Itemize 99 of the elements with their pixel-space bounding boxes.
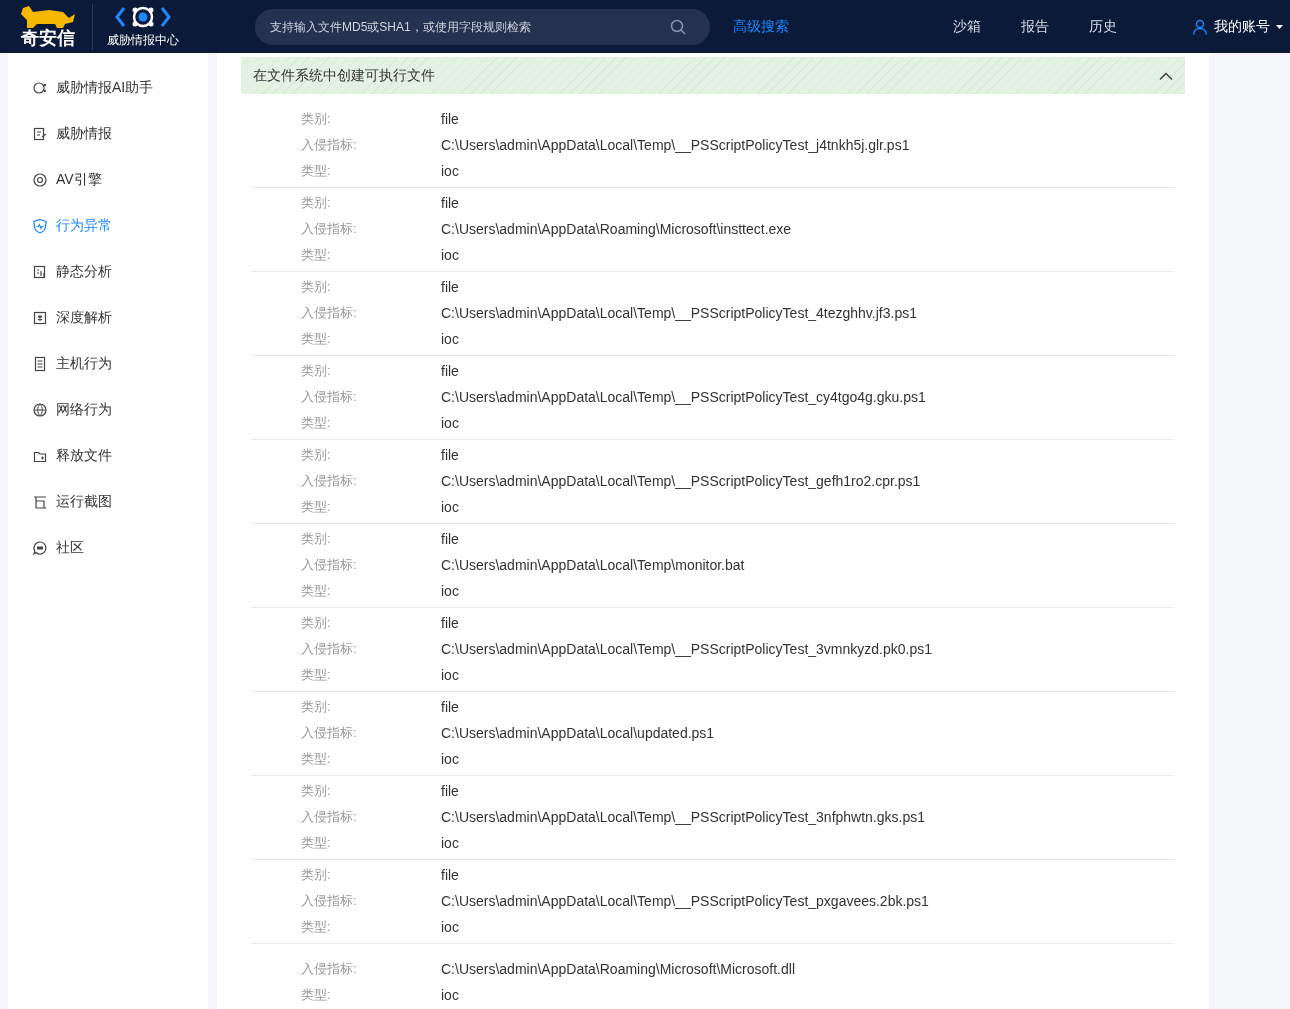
field-value: C:\Users\admin\AppData\Roaming\Microsoft\Microsoft.dll bbox=[441, 961, 795, 977]
field-label: 类型: bbox=[300, 666, 332, 684]
field-value: C:\Users\admin\AppData\Local\Temp\__PSScriptPolicyTest_3vmnkyzd.pk0.ps1 bbox=[441, 641, 932, 657]
field-label: 类别: bbox=[300, 446, 332, 464]
search-icon[interactable] bbox=[670, 18, 686, 35]
field-value: C:\Users\admin\AppData\Local\Temp\__PSScriptPolicyTest_4tezghhv.jf3.ps1 bbox=[441, 305, 917, 321]
sidebar-item[interactable]: AV引擎 bbox=[8, 157, 208, 203]
chart-document-icon bbox=[32, 264, 48, 280]
field-label: 类别: bbox=[300, 698, 332, 716]
field-value: file bbox=[441, 867, 459, 883]
field-label: 入侵指标: bbox=[300, 808, 358, 826]
field-value: ioc bbox=[441, 247, 459, 263]
account-menu[interactable]: 我的账号 bbox=[1192, 17, 1283, 36]
sidebar-item[interactable]: 网络行为 bbox=[8, 387, 208, 433]
field-label: 类别: bbox=[300, 866, 332, 884]
product-name: 威胁情报中心 bbox=[107, 32, 179, 49]
sidebar-item[interactable]: 威胁情报 bbox=[8, 111, 208, 157]
sidebar-item[interactable]: 行为异常 bbox=[8, 203, 208, 249]
section-header[interactable]: 在文件系统中创建可执行文件 bbox=[241, 57, 1185, 94]
document-icon bbox=[32, 126, 48, 142]
field-value: ioc bbox=[441, 415, 459, 431]
field-value: C:\Users\admin\AppData\Local\Temp\__PSScriptPolicyTest_3nfphwtn.gks.ps1 bbox=[441, 809, 925, 825]
sidebar-item[interactable]: 主机行为 bbox=[8, 341, 208, 387]
globe-icon bbox=[32, 402, 48, 418]
field-label: 入侵指标: bbox=[300, 304, 358, 322]
sidebar-item[interactable]: 社区 bbox=[8, 525, 208, 571]
field-label: 类别: bbox=[300, 530, 332, 548]
field-label: 入侵指标: bbox=[300, 136, 358, 154]
field-value: ioc bbox=[441, 163, 459, 179]
shield-icon bbox=[32, 218, 48, 234]
field-label: 类型: bbox=[300, 918, 332, 936]
field-value: C:\Users\admin\AppData\Local\Temp\__PSScriptPolicyTest_j4tnkh5j.glr.ps1 bbox=[441, 137, 910, 153]
field-value: C:\Users\admin\AppData\Local\Temp\__PSScriptPolicyTest_pxgavees.2bk.ps1 bbox=[441, 893, 929, 909]
field-value: file bbox=[441, 447, 459, 463]
field-value: file bbox=[441, 699, 459, 715]
chat-bubble-icon bbox=[32, 540, 48, 556]
field-label: 入侵指标: bbox=[300, 640, 358, 658]
field-value: C:\Users\admin\AppData\Local\Temp\__PSScriptPolicyTest_cy4tgo4g.gku.ps1 bbox=[441, 389, 926, 405]
field-value: ioc bbox=[441, 835, 459, 851]
field-value: file bbox=[441, 615, 459, 631]
field-label: 类别: bbox=[300, 110, 332, 128]
sidebar-item[interactable]: 威胁情报AI助手 bbox=[8, 65, 208, 111]
field-label: 类型: bbox=[300, 582, 332, 600]
brand-name: 奇安信 bbox=[21, 26, 75, 50]
field-label: 类型: bbox=[300, 750, 332, 768]
field-value: C:\Users\admin\AppData\Roaming\Microsoft\insttect.exe bbox=[441, 221, 792, 237]
field-value: ioc bbox=[441, 987, 459, 1003]
field-label: 类别: bbox=[300, 782, 332, 800]
field-label: 入侵指标: bbox=[300, 220, 358, 238]
caret-icon bbox=[1276, 24, 1283, 29]
disc-icon bbox=[32, 172, 48, 188]
field-value: file bbox=[441, 363, 459, 379]
field-value: C:\Users\admin\AppData\Local\Temp\monitor.bat bbox=[441, 557, 745, 573]
field-label: 类别: bbox=[300, 278, 332, 296]
field-label: 类型: bbox=[300, 498, 332, 516]
nav-link[interactable]: 报告 bbox=[1021, 17, 1049, 36]
field-value: file bbox=[441, 195, 459, 211]
section-title: 在文件系统中创建可执行文件 bbox=[253, 66, 435, 85]
crop-icon bbox=[32, 494, 48, 510]
field-label: 入侵指标: bbox=[300, 472, 358, 490]
field-label: 类型: bbox=[300, 986, 332, 1004]
network-logo-icon bbox=[114, 4, 172, 30]
field-label: 入侵指标: bbox=[300, 892, 358, 910]
field-value: file bbox=[441, 279, 459, 295]
field-label: 类别: bbox=[300, 614, 332, 632]
field-value: ioc bbox=[441, 751, 459, 767]
field-label: 类型: bbox=[300, 414, 332, 432]
field-label: 入侵指标: bbox=[300, 388, 358, 406]
advanced-search-link[interactable]: 高级搜索 bbox=[733, 17, 789, 36]
user-icon bbox=[1192, 18, 1208, 35]
field-value: ioc bbox=[441, 499, 459, 515]
field-label: 类别: bbox=[300, 194, 332, 212]
sidebar-item[interactable]: 释放文件 bbox=[8, 433, 208, 479]
field-label: 入侵指标: bbox=[300, 724, 358, 742]
field-value: ioc bbox=[441, 583, 459, 599]
field-value: C:\Users\admin\AppData\Local\updated.ps1 bbox=[441, 725, 715, 741]
nav-link[interactable]: 沙箱 bbox=[953, 17, 981, 36]
field-label: 入侵指标: bbox=[300, 960, 358, 978]
field-label: 入侵指标: bbox=[300, 556, 358, 574]
chevron-up-icon[interactable] bbox=[1159, 71, 1173, 80]
field-value: C:\Users\admin\AppData\Local\Temp\__PSScriptPolicyTest_gefh1ro2.cpr.ps1 bbox=[441, 473, 921, 489]
field-label: 类型: bbox=[300, 162, 332, 180]
field-label: 类型: bbox=[300, 330, 332, 348]
sidebar-item[interactable]: 运行截图 bbox=[8, 479, 208, 525]
field-value: ioc bbox=[441, 667, 459, 683]
field-value: ioc bbox=[441, 331, 459, 347]
field-label: 类型: bbox=[300, 834, 332, 852]
field-value: ioc bbox=[441, 919, 459, 935]
nav-link[interactable]: 历史 bbox=[1089, 17, 1117, 36]
field-value: file bbox=[441, 111, 459, 127]
sidebar-item[interactable]: 深度解析 bbox=[8, 295, 208, 341]
list-document-icon bbox=[32, 356, 48, 372]
field-label: 类型: bbox=[300, 246, 332, 264]
field-value: file bbox=[441, 531, 459, 547]
field-label: 类别: bbox=[300, 362, 332, 380]
sidebar-item[interactable]: 静态分析 bbox=[8, 249, 208, 295]
search-field[interactable]: 支持输入文件MD5或SHA1，或使用字段规则检索 bbox=[255, 8, 710, 45]
tiger-logo-icon bbox=[19, 3, 77, 28]
field-value: file bbox=[441, 783, 459, 799]
